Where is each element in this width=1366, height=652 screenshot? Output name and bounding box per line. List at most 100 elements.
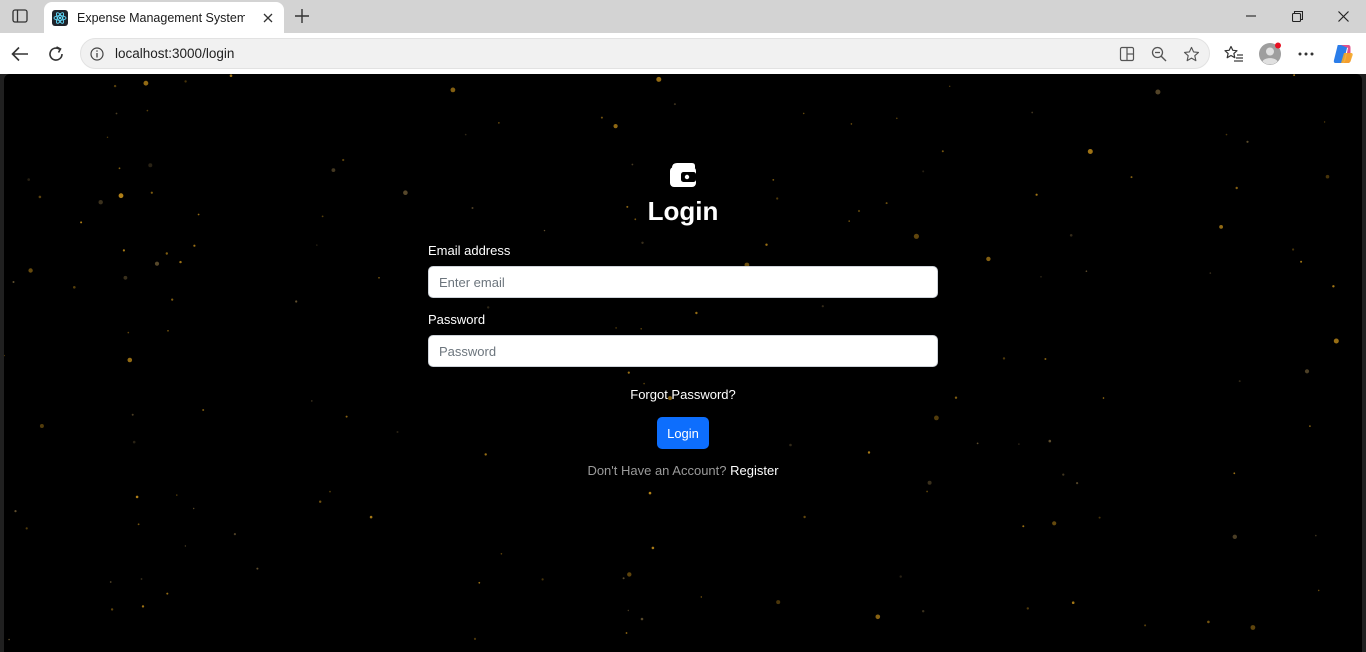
favorites-icon[interactable] <box>1221 41 1247 67</box>
plus-icon[interactable] <box>290 5 314 27</box>
star-dot <box>1209 272 1212 274</box>
star-dot <box>631 163 634 166</box>
star-dot <box>500 553 503 555</box>
tab-actions-icon[interactable] <box>8 5 32 27</box>
star-dot <box>167 330 169 332</box>
browser-tab[interactable]: Expense Management System. <box>44 2 284 33</box>
restore-icon[interactable] <box>1282 5 1312 27</box>
star-dot <box>1225 133 1228 136</box>
star-dot <box>643 382 645 385</box>
star-dot <box>1031 111 1034 114</box>
star-dot <box>233 533 236 536</box>
star-dot <box>132 440 136 444</box>
star-dot <box>73 286 76 289</box>
star-dot <box>1207 620 1210 624</box>
window-close-icon[interactable] <box>1328 5 1358 27</box>
copilot-icon[interactable] <box>1330 41 1356 67</box>
star-dot <box>1087 149 1093 154</box>
star-dot <box>1304 369 1310 374</box>
star-dot <box>1076 482 1079 485</box>
more-icon[interactable] <box>1293 41 1319 67</box>
star-dot <box>1002 357 1006 360</box>
star-icon[interactable] <box>1182 45 1200 63</box>
star-dot <box>1315 534 1317 537</box>
star-dot <box>673 103 676 106</box>
star-dot <box>627 371 630 374</box>
zoom-out-icon[interactable] <box>1150 45 1168 63</box>
address-bar[interactable]: localhost:3000/login <box>80 38 1210 69</box>
tab-title: Expense Management System. <box>77 10 245 25</box>
star-dot <box>543 229 546 232</box>
star-dot <box>1323 121 1326 123</box>
star-dot <box>600 116 603 119</box>
star-dot <box>473 637 477 641</box>
star-dot <box>106 136 109 138</box>
split-screen-icon[interactable] <box>1118 45 1136 63</box>
star-dot <box>345 415 348 418</box>
back-arrow-icon[interactable] <box>7 41 33 67</box>
star-dot <box>127 331 130 334</box>
star-dot <box>1317 589 1320 592</box>
star-dot <box>1144 624 1147 627</box>
star-dot <box>656 76 662 82</box>
star-dot <box>850 123 853 125</box>
star-dot <box>193 507 195 510</box>
password-label: Password <box>428 312 486 327</box>
star-dot <box>478 581 481 584</box>
star-dot <box>627 572 632 577</box>
star-dot <box>803 515 806 519</box>
star-dot <box>1022 525 1025 528</box>
star-dot <box>27 178 31 181</box>
star-dot <box>28 268 33 273</box>
star-dot <box>1018 443 1020 445</box>
star-dot <box>141 605 145 608</box>
tab-bar: Expense Management System. <box>0 0 1366 33</box>
star-dot <box>1219 225 1223 229</box>
star-dot <box>143 80 149 86</box>
star-dot <box>1048 439 1052 443</box>
info-icon[interactable] <box>89 46 105 62</box>
star-dot <box>165 252 168 255</box>
star-dot <box>122 249 125 252</box>
close-icon[interactable] <box>260 10 276 26</box>
star-dot <box>109 581 112 583</box>
star-dot <box>484 453 487 456</box>
star-dot <box>776 600 781 605</box>
star-dot <box>1309 425 1311 427</box>
star-dot <box>1098 516 1101 519</box>
star-dot <box>622 577 625 580</box>
star-dot <box>765 243 768 246</box>
star-dot <box>176 494 178 496</box>
star-dot <box>295 300 298 303</box>
star-dot <box>695 311 698 315</box>
star-dot <box>789 443 792 447</box>
login-button[interactable]: Login <box>657 417 709 449</box>
star-dot <box>179 260 182 264</box>
star-dot <box>311 400 313 402</box>
minimize-icon[interactable] <box>1236 5 1266 27</box>
star-dot <box>331 168 336 172</box>
forgot-password-link[interactable]: Forgot Password? <box>428 387 938 402</box>
star-dot <box>498 122 500 124</box>
email-field[interactable] <box>428 266 938 298</box>
register-link[interactable]: Register <box>730 463 778 478</box>
star-dot <box>1130 176 1133 179</box>
browser-toolbar: localhost:3000/login <box>0 33 1366 74</box>
star-dot <box>926 490 928 493</box>
star-dot <box>369 515 373 519</box>
star-dot <box>1292 248 1295 251</box>
star-dot <box>802 112 805 115</box>
star-dot <box>154 261 160 266</box>
star-dot <box>487 306 490 309</box>
page-viewport: Login Email address Password Forgot Pass… <box>4 74 1362 652</box>
password-field[interactable] <box>428 335 938 367</box>
profile-icon[interactable] <box>1257 41 1283 67</box>
register-prompt: Don't Have an Account? Register <box>428 463 938 478</box>
url-text[interactable]: localhost:3000/login <box>115 46 234 61</box>
star-dot <box>321 215 324 218</box>
star-dot <box>986 256 991 262</box>
star-dot <box>867 451 871 454</box>
star-dot <box>613 124 618 129</box>
refresh-icon[interactable] <box>43 41 69 67</box>
star-dot <box>137 523 140 526</box>
